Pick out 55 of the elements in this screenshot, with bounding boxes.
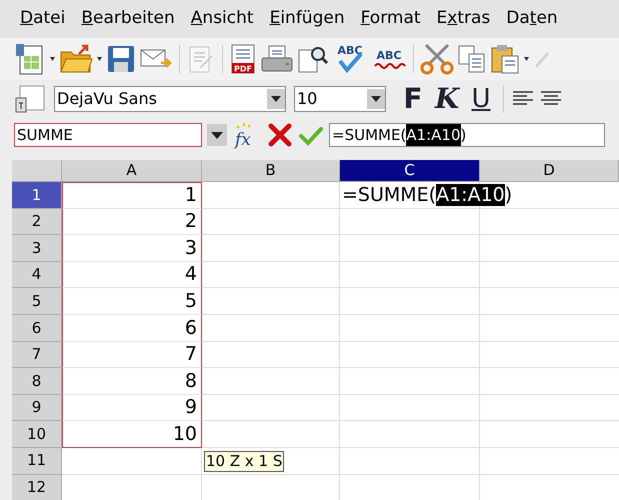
dropdown-arrow-icon[interactable] xyxy=(97,57,102,61)
table-cell: 4 xyxy=(62,262,202,288)
row-header[interactable]: 8 xyxy=(12,368,62,395)
row-header[interactable]: 10 xyxy=(12,421,62,448)
column-header[interactable]: D xyxy=(480,160,619,182)
table-cell: 7 xyxy=(62,342,202,368)
bold-button[interactable]: F xyxy=(398,85,428,113)
table-cell: 10 xyxy=(62,421,202,448)
table-cell: 1 xyxy=(62,182,202,209)
selection-size-tooltip: 10 Z x 1 S xyxy=(204,450,284,472)
table-cell: 5 xyxy=(62,288,202,315)
column-header[interactable]: A xyxy=(62,160,202,182)
corner-cell[interactable] xyxy=(12,160,62,182)
row-header[interactable]: 2 xyxy=(12,208,62,236)
formula-input-field[interactable]: =SUMME(A1:A10) xyxy=(329,123,605,147)
table-cell: 9 xyxy=(62,394,202,422)
open-folder-icon[interactable] xyxy=(59,44,93,74)
column-header[interactable]: C xyxy=(340,160,480,182)
menu-item[interactable]: Datei xyxy=(20,6,66,32)
font-name-field[interactable]: DejaVu Sans xyxy=(54,86,286,112)
paste-icon[interactable] xyxy=(490,43,520,75)
menu-item[interactable]: Extras xyxy=(436,6,490,32)
row-header[interactable]: 7 xyxy=(12,342,62,368)
dropdown-arrow-icon[interactable] xyxy=(524,57,529,61)
cancel-icon[interactable] xyxy=(267,122,293,148)
name-box[interactable]: SUMME xyxy=(14,123,202,147)
row-header[interactable]: 6 xyxy=(12,314,62,342)
underline-button[interactable]: U xyxy=(466,86,496,112)
italic-button[interactable]: K xyxy=(432,85,462,113)
column-header[interactable]: B xyxy=(202,160,340,182)
table-cell: 8 xyxy=(62,368,202,395)
table-cell: 2 xyxy=(62,208,202,236)
menu-item[interactable]: Einfügen xyxy=(270,6,345,32)
table-cell: 3 xyxy=(62,235,202,262)
menu-item[interactable]: Format xyxy=(360,6,421,32)
row-header[interactable]: 3 xyxy=(12,235,62,262)
scissors-icon[interactable] xyxy=(420,43,454,75)
dropdown-arrow-icon[interactable] xyxy=(50,57,55,61)
row-header[interactable]: 1 xyxy=(12,182,62,209)
font-size-field[interactable]: 10 xyxy=(294,86,386,112)
row-header[interactable]: 4 xyxy=(12,262,62,288)
formula-cell-text: =SUMME(A1:A10) xyxy=(341,182,512,208)
table-cell: 6 xyxy=(62,314,202,342)
printer-icon[interactable] xyxy=(260,44,294,74)
menu-item[interactable]: Ansicht xyxy=(190,6,254,32)
row-header[interactable]: 9 xyxy=(12,394,62,422)
menu-item[interactable]: Daten xyxy=(506,6,558,32)
row-header[interactable]: 5 xyxy=(12,288,62,315)
menu-item[interactable]: Bearbeiten xyxy=(81,6,175,32)
page-preview-icon[interactable] xyxy=(297,44,329,74)
save-icon[interactable] xyxy=(106,44,136,74)
row-header[interactable]: 11 xyxy=(12,448,62,475)
row-header[interactable]: 12 xyxy=(12,474,62,500)
copy-icon[interactable] xyxy=(457,44,487,74)
export-pdf-icon[interactable]: PDF xyxy=(229,43,257,75)
